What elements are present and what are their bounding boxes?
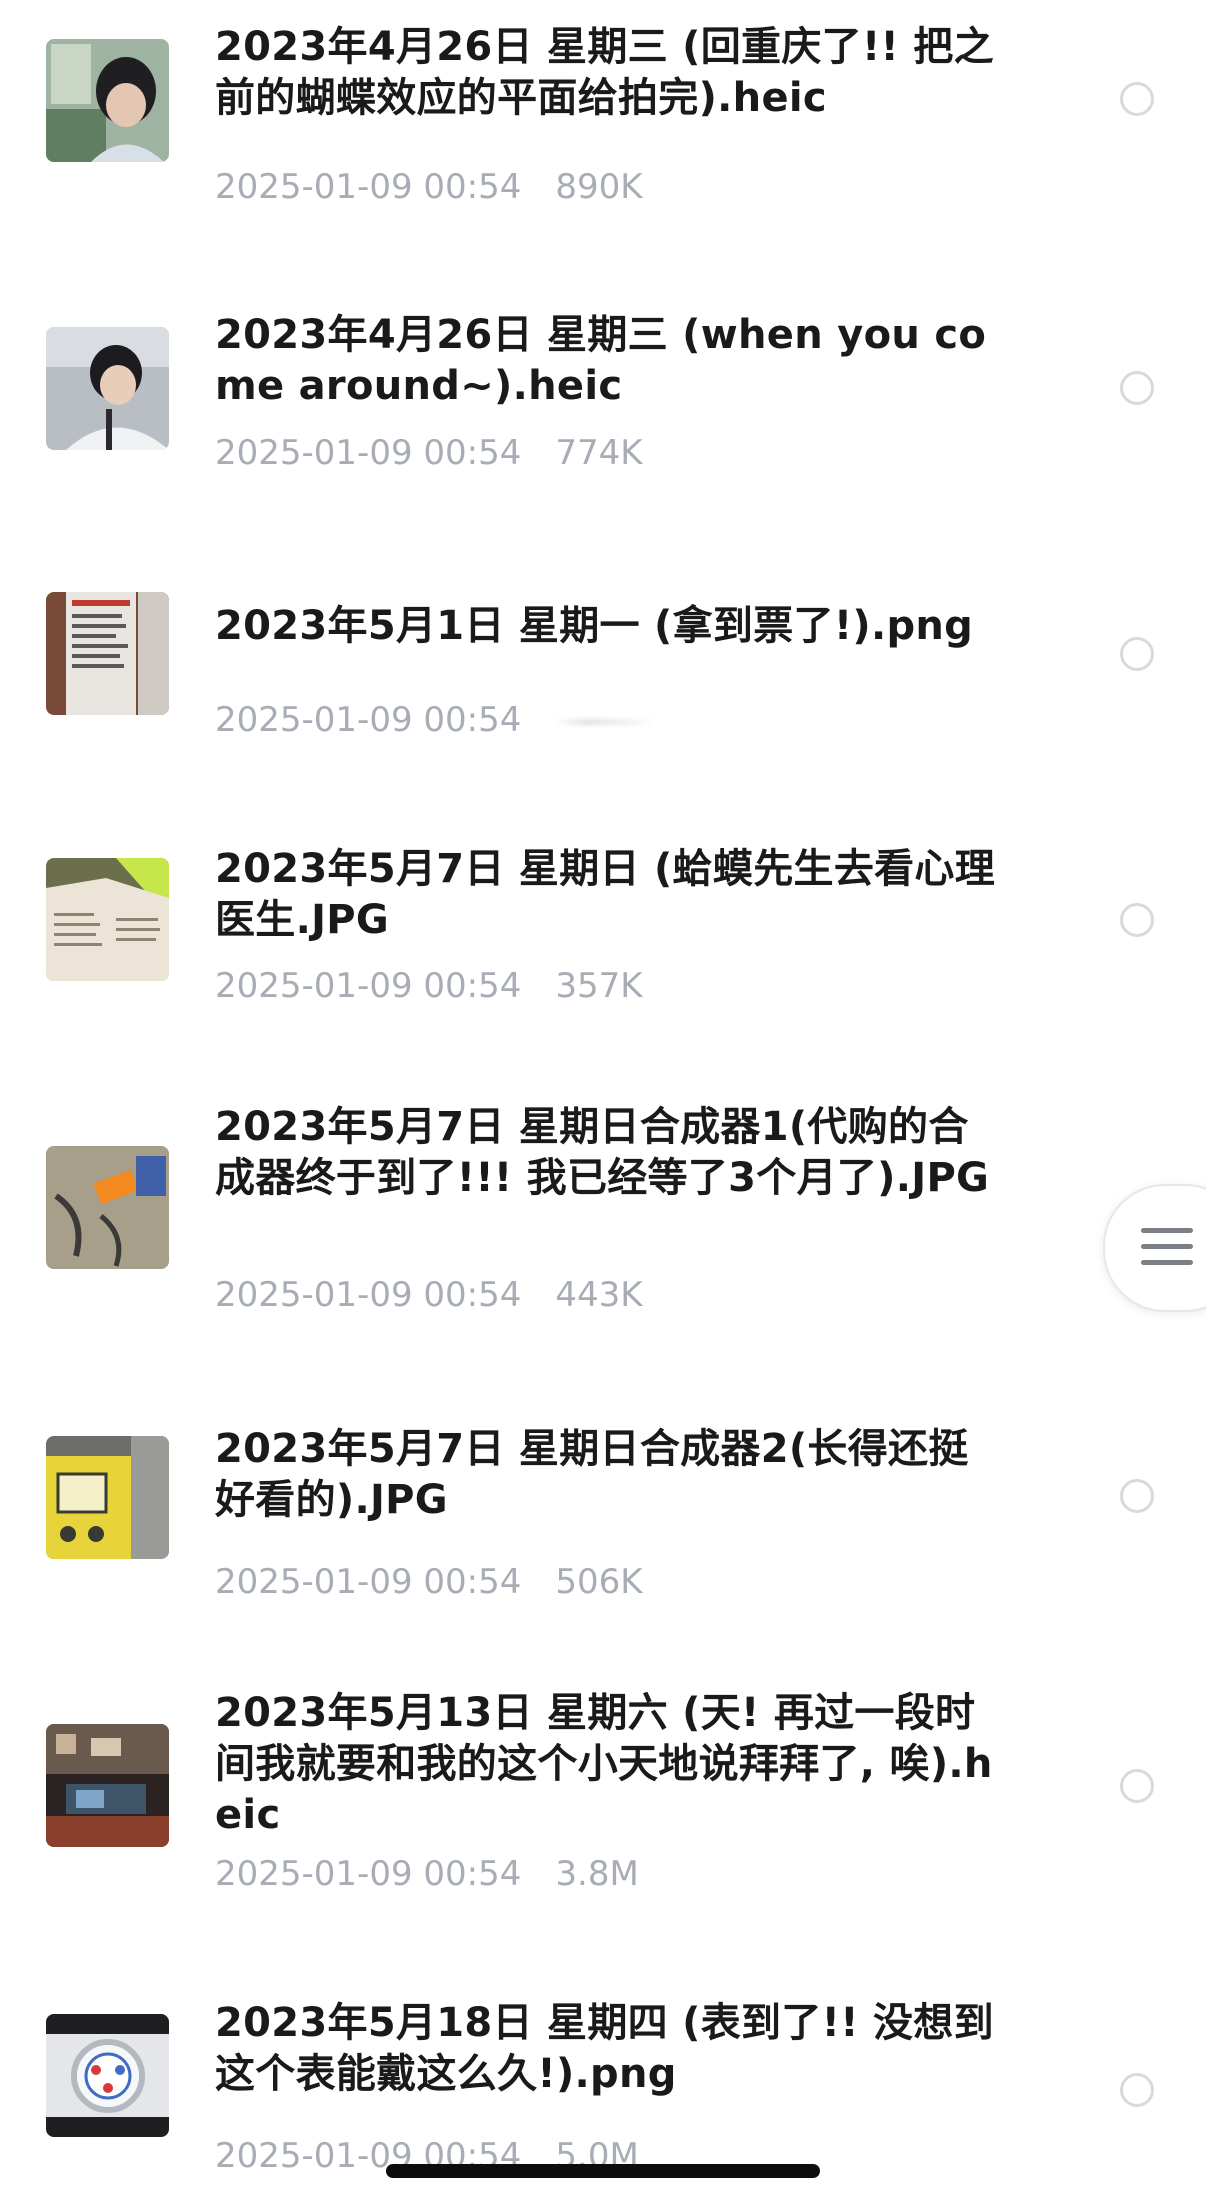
menu-bar	[1141, 1260, 1193, 1265]
file-name: 2023年5月1日 星期一 (拿到票了!).png	[215, 603, 974, 649]
file-date: 2025-01-09 00:54	[215, 1854, 522, 1894]
file-meta: 2025-01-09 00:54 774K	[215, 433, 643, 473]
ticket-photo-thumbnail[interactable]	[46, 592, 169, 715]
watch-photo-thumbnail[interactable]	[46, 2014, 169, 2137]
file-date: 2025-01-09 00:54	[215, 700, 522, 740]
room-photo-thumbnail[interactable]	[46, 1724, 169, 1847]
file-date: 2025-01-09 00:54	[215, 1275, 522, 1315]
list-item[interactable]: 2023年5月13日 星期六 (天! 再过一段时间我就要和我的这个小天地说拜拜了…	[0, 1680, 1206, 1920]
menu-bar	[1141, 1244, 1193, 1249]
menu-bar	[1141, 1228, 1193, 1233]
package-photo-thumbnail[interactable]	[46, 1146, 169, 1269]
file-list: 2023年4月26日 星期三 (回重庆了!! 把之前的蝴蝶效应的平面给拍完).h…	[0, 0, 1206, 2198]
file-size: 890K	[555, 167, 643, 207]
file-meta: 2025-01-09 00:54	[215, 700, 656, 740]
file-date: 2025-01-09 00:54	[215, 1562, 522, 1602]
list-item[interactable]: 2023年5月7日 星期日合成器1(代购的合成器终于到了!!! 我已经等了3个月…	[0, 1100, 1206, 1340]
radio-circle-icon[interactable]	[1120, 1769, 1154, 1803]
file-meta: 2025-01-09 00:54 443K	[215, 1275, 643, 1315]
radio-circle-icon[interactable]	[1120, 903, 1154, 937]
radio-circle-icon[interactable]	[1120, 637, 1154, 671]
radio-circle-icon[interactable]	[1120, 2073, 1154, 2107]
file-size: 3.8M	[555, 1854, 639, 1894]
file-size	[555, 718, 656, 725]
file-meta: 2025-01-09 00:54 3.8M	[215, 1854, 639, 1894]
file-size: 357K	[555, 966, 643, 1006]
home-indicator[interactable]	[386, 2164, 820, 2178]
portrait-photo-thumbnail[interactable]	[46, 39, 169, 162]
file-size: 506K	[555, 1562, 643, 1602]
portrait-photo-thumbnail[interactable]	[46, 327, 169, 450]
list-item[interactable]: 2023年5月1日 星期一 (拿到票了!).png 2025-01-09 00:…	[0, 560, 1206, 760]
list-item[interactable]: 2023年5月7日 星期日合成器2(长得还挺好看的).JPG 2025-01-0…	[0, 1410, 1206, 1610]
radio-circle-icon[interactable]	[1120, 371, 1154, 405]
file-date: 2025-01-09 00:54	[215, 433, 522, 473]
synthesizer-photo-thumbnail[interactable]	[46, 1436, 169, 1559]
list-item[interactable]: 2023年4月26日 星期三 (回重庆了!! 把之前的蝴蝶效应的平面给拍完).h…	[0, 0, 1206, 207]
file-name: 2023年5月7日 星期日 (蛤蟆先生去看心理医生.JPG	[215, 846, 996, 943]
file-meta: 2025-01-09 00:54 506K	[215, 1562, 643, 1602]
file-date: 2025-01-09 00:54	[215, 167, 522, 207]
book-photo-thumbnail[interactable]	[46, 858, 169, 981]
file-meta: 2025-01-09 00:54 357K	[215, 966, 643, 1006]
file-name: 2023年5月13日 星期六 (天! 再过一段时间我就要和我的这个小天地说拜拜了…	[215, 1690, 993, 1838]
file-size: 443K	[555, 1275, 643, 1315]
list-item[interactable]: 2023年5月7日 星期日 (蛤蟆先生去看心理医生.JPG 2025-01-09…	[0, 830, 1206, 1030]
file-name: 2023年4月26日 星期三 (when you come around~).h…	[215, 312, 987, 409]
file-date: 2025-01-09 00:54	[215, 966, 522, 1006]
file-size: 774K	[555, 433, 643, 473]
file-name: 2023年5月7日 星期日合成器2(长得还挺好看的).JPG	[215, 1426, 969, 1523]
file-name: 2023年4月26日 星期三 (回重庆了!! 把之前的蝴蝶效应的平面给拍完).h…	[215, 24, 994, 121]
file-name: 2023年5月18日 星期四 (表到了!! 没想到这个表能戴这么久!).png	[215, 2000, 994, 2097]
file-meta: 2025-01-09 00:54 890K	[215, 167, 643, 207]
radio-circle-icon[interactable]	[1120, 1479, 1154, 1513]
file-name: 2023年5月7日 星期日合成器1(代购的合成器终于到了!!! 我已经等了3个月…	[215, 1104, 990, 1201]
radio-circle-icon[interactable]	[1120, 82, 1154, 116]
list-item[interactable]: 2023年4月26日 星期三 (when you come around~).h…	[0, 290, 1206, 490]
